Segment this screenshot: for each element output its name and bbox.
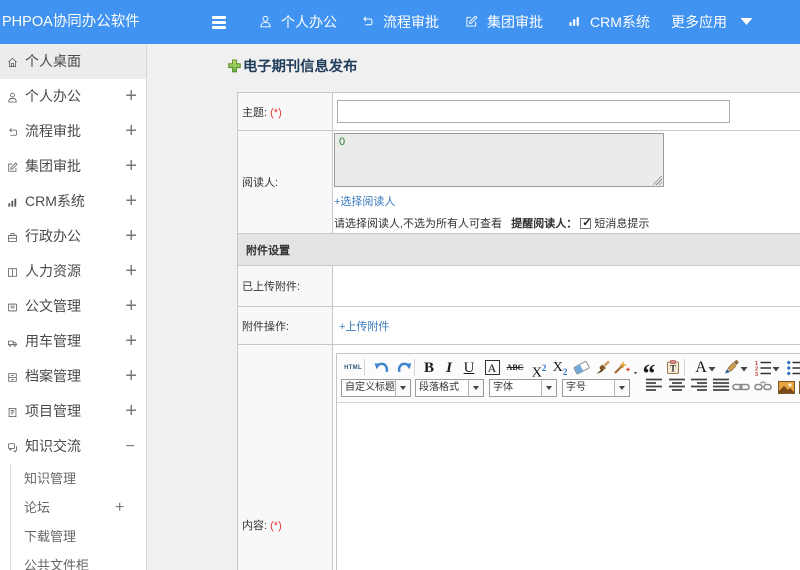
svg-text:3: 3 <box>755 372 758 376</box>
svg-text:T: T <box>670 364 676 374</box>
